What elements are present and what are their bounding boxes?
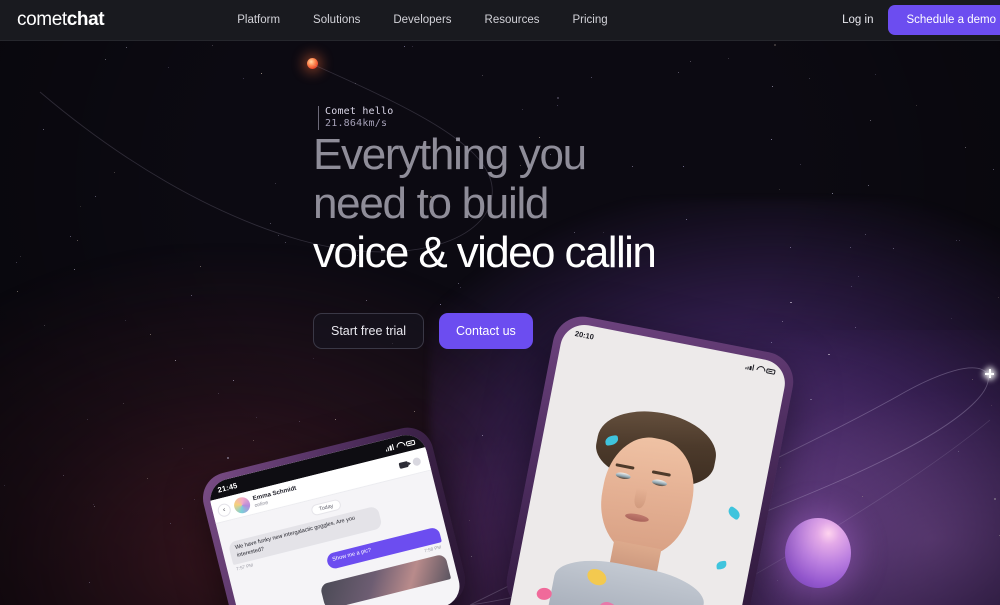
phone-screen: 20:10 <box>505 320 790 605</box>
headline-line-1: Everything you <box>313 130 587 179</box>
hero-page: Comet hello 21.864km/s 21:45 ‹ Emma Schm… <box>0 0 1000 605</box>
start-free-trial-button[interactable]: Start free trial <box>313 313 425 349</box>
status-time: 20:10 <box>574 328 595 342</box>
star-sparkle-icon <box>985 369 994 378</box>
login-link[interactable]: Log in <box>842 14 873 26</box>
avatar <box>232 495 252 515</box>
header-actions: Log in Schedule a demo <box>842 5 1000 35</box>
nav-item-developers[interactable]: Developers <box>393 14 451 26</box>
wifi-icon <box>396 441 404 449</box>
day-divider: Today <box>310 498 343 517</box>
status-time: 21:45 <box>216 480 239 495</box>
main-navigation: Platform Solutions Developers Resources … <box>237 14 607 26</box>
wifi-icon <box>756 365 764 372</box>
signal-icon <box>745 363 755 371</box>
planet-sphere <box>785 518 851 588</box>
signal-icon <box>385 443 395 452</box>
logo[interactable]: cometchat <box>17 9 105 31</box>
video-call-icon[interactable] <box>398 460 409 469</box>
status-icons <box>745 363 776 375</box>
schedule-demo-button[interactable]: Schedule a demo <box>888 5 1000 35</box>
comet-label: Comet hello 21.864km/s <box>318 106 393 130</box>
nav-item-platform[interactable]: Platform <box>237 14 280 26</box>
hero-heading: Everything you need to build voice & vid… <box>313 130 657 277</box>
back-icon[interactable]: ‹ <box>216 501 233 518</box>
nav-item-pricing[interactable]: Pricing <box>573 14 608 26</box>
person-face <box>547 401 723 605</box>
battery-icon <box>765 368 776 375</box>
comet-name: Comet hello <box>325 106 394 117</box>
logo-text-chat: chat <box>66 9 105 30</box>
headline-line-2: need to build <box>313 179 549 228</box>
logo-text-comet: comet <box>17 9 67 30</box>
confetti-icon <box>716 560 727 570</box>
site-header: cometchat Platform Solutions Developers … <box>0 0 1000 41</box>
background-vignette <box>0 0 1000 605</box>
hero-cta-group: Start free trial Contact us <box>313 313 533 349</box>
confetti-icon <box>726 505 743 521</box>
headline-line-3: voice & video callin <box>313 228 657 277</box>
comet-icon <box>307 58 318 69</box>
contact-us-button[interactable]: Contact us <box>439 313 533 349</box>
nav-item-resources[interactable]: Resources <box>485 14 540 26</box>
comet-speed: 21.864km/s <box>325 118 388 129</box>
status-icons <box>385 438 416 452</box>
space-background <box>0 0 1000 605</box>
info-icon[interactable] <box>411 456 422 467</box>
chat-actions <box>398 456 422 470</box>
battery-icon <box>405 439 416 447</box>
nav-item-solutions[interactable]: Solutions <box>313 14 360 26</box>
